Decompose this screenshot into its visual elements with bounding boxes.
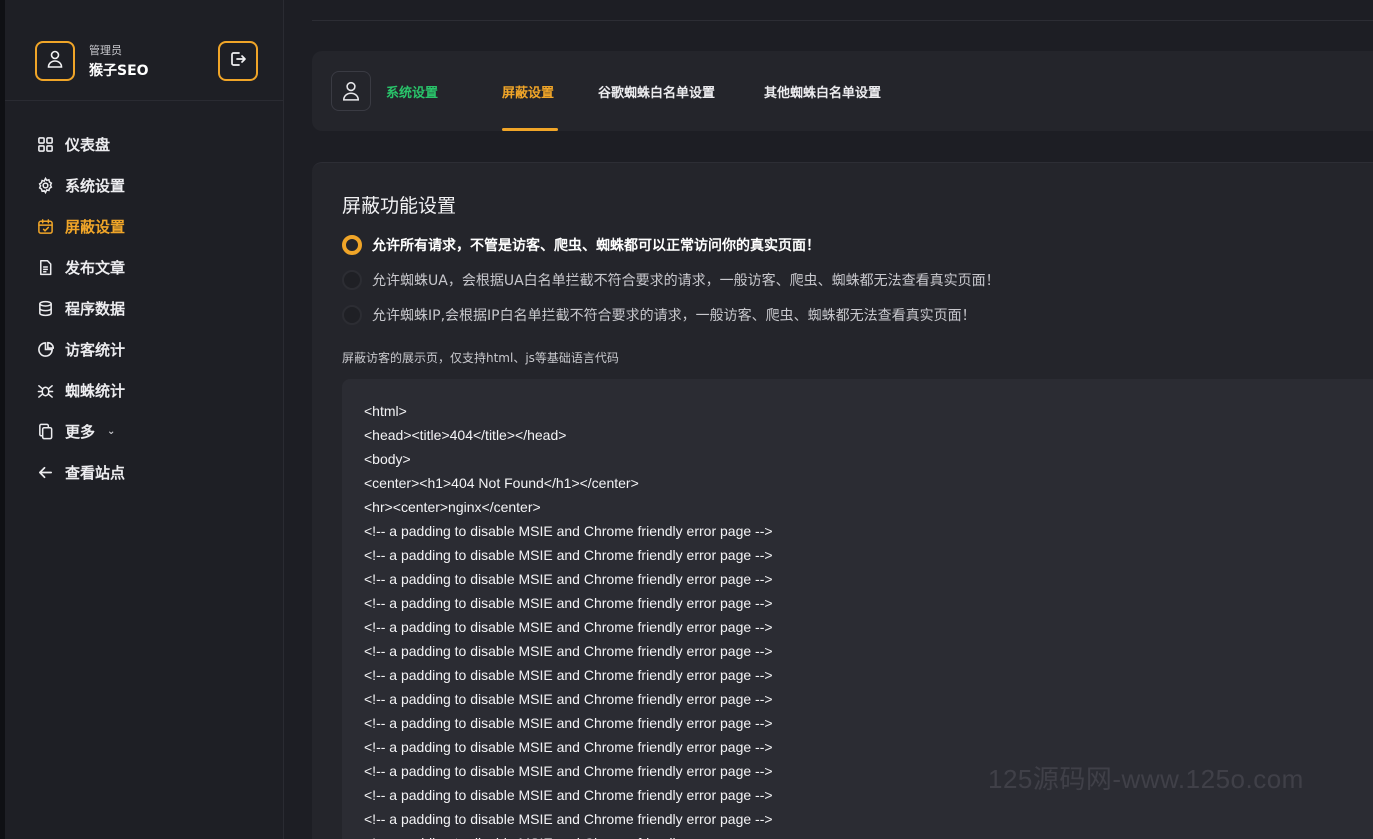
document-icon	[35, 258, 55, 278]
code-line: <!-- a padding to disable MSIE and Chrom…	[364, 571, 773, 587]
logout-button[interactable]	[218, 41, 258, 81]
tab-bar: 系统设置 屏蔽设置 谷歌蜘蛛白名单设置 其他蜘蛛白名单设置	[312, 51, 1373, 131]
profile: 管理员 猴子SEO	[35, 41, 258, 81]
avatar[interactable]	[35, 41, 75, 81]
sidebar-item-system-settings[interactable]: 系统设置	[35, 165, 265, 206]
sidebar-item-visitor-stats[interactable]: 访客统计	[35, 329, 265, 370]
gear-icon	[35, 176, 55, 196]
code-line: <!-- a padding to disable MSIE and Chrom…	[364, 643, 773, 659]
sidebar-item-label: 系统设置	[65, 177, 126, 195]
sidebar-item-label: 访客统计	[65, 341, 126, 359]
radio-button[interactable]	[342, 270, 362, 290]
sidebar-item-block-settings[interactable]: 屏蔽设置	[35, 206, 265, 247]
radio-label: 允许所有请求，不管是访客、爬虫、蜘蛛都可以正常访问你的真实页面！	[372, 238, 820, 254]
pie-chart-icon	[35, 340, 55, 360]
sidebar-item-label: 发布文章	[65, 259, 126, 277]
calendar-icon	[35, 217, 55, 237]
watermark: 125源码网-www.125o.com	[988, 764, 1304, 794]
code-line: <!-- a padding to disable MSIE and Chrom…	[364, 547, 773, 563]
radio-allow-spider-ip[interactable]: 允许蜘蛛IP,会根据IP白名单拦截不符合要求的请求，一般访客、爬虫、蜘蛛都无法查…	[342, 305, 976, 325]
code-line: <!-- a padding to disable MSIE and Chrom…	[364, 523, 773, 539]
code-line: <hr><center>nginx</center>	[364, 499, 541, 515]
radio-button[interactable]	[342, 235, 362, 255]
logout-icon	[229, 50, 247, 72]
sidebar: 管理员 猴子SEO 仪表盘 系统设置 屏蔽设置 发布文章 程序数据 访客统计 蜘…	[0, 0, 284, 839]
radio-button[interactable]	[342, 305, 362, 325]
code-field-label: 屏蔽访客的展示页，仅支持html、js等基础语言代码	[342, 351, 619, 365]
tab-system-settings[interactable]: 系统设置	[386, 82, 438, 101]
sidebar-item-label: 屏蔽设置	[65, 218, 126, 236]
profile-name: 猴子SEO	[89, 63, 149, 79]
profile-role: 管理员	[89, 44, 122, 57]
tab-block-settings[interactable]: 屏蔽设置	[502, 82, 554, 101]
active-tab-indicator	[502, 128, 558, 131]
code-line: <center><h1>404 Not Found</h1></center>	[364, 475, 639, 491]
tab-other-spider-whitelist[interactable]: 其他蜘蛛白名单设置	[764, 82, 881, 101]
chevron-down-icon: ⌄	[107, 426, 116, 437]
radio-label: 允许蜘蛛IP,会根据IP白名单拦截不符合要求的请求，一般访客、爬虫、蜘蛛都无法查…	[372, 308, 976, 324]
sidebar-item-spider-stats[interactable]: 蜘蛛统计	[35, 370, 265, 411]
code-line: <!-- a padding to disable MSIE and Chrom…	[364, 831, 1360, 839]
sidebar-item-label: 程序数据	[65, 300, 126, 318]
tab-google-spider-whitelist[interactable]: 谷歌蜘蛛白名单设置	[598, 82, 715, 101]
sidebar-item-label: 蜘蛛统计	[65, 382, 126, 400]
sidebar-nav: 仪表盘 系统设置 屏蔽设置 发布文章 程序数据 访客统计 蜘蛛统计 更多 ⌄ 查…	[35, 124, 265, 493]
sidebar-item-view-site[interactable]: 查看站点	[35, 452, 265, 493]
user-icon	[47, 50, 63, 72]
sidebar-item-more[interactable]: 更多 ⌄	[35, 411, 265, 452]
bug-icon	[35, 381, 55, 401]
sidebar-divider	[5, 100, 283, 101]
sidebar-item-dashboard[interactable]: 仪表盘	[35, 124, 265, 165]
code-line: <html>	[364, 403, 407, 419]
radio-label: 允许蜘蛛UA，会根据UA白名单拦截不符合要求的请求，一般访客、爬虫、蜘蛛都无法查…	[372, 273, 1000, 289]
sidebar-item-label: 查看站点	[65, 464, 126, 482]
user-icon	[331, 71, 371, 111]
dashboard-icon	[35, 135, 55, 155]
app: 管理员 猴子SEO 仪表盘 系统设置 屏蔽设置 发布文章 程序数据 访客统计 蜘…	[0, 0, 1373, 839]
copy-icon	[35, 422, 55, 442]
code-line: <!-- a padding to disable MSIE and Chrom…	[364, 811, 773, 827]
radio-allow-all[interactable]: 允许所有请求，不管是访客、爬虫、蜘蛛都可以正常访问你的真实页面！	[342, 235, 820, 255]
code-line: <!-- a padding to disable MSIE and Chrom…	[364, 739, 773, 755]
radio-allow-spider-ua[interactable]: 允许蜘蛛UA，会根据UA白名单拦截不符合要求的请求，一般访客、爬虫、蜘蛛都无法查…	[342, 270, 1000, 290]
code-line: <!-- a padding to disable MSIE and Chrom…	[364, 691, 773, 707]
block-settings-panel: 屏蔽功能设置 允许所有请求，不管是访客、爬虫、蜘蛛都可以正常访问你的真实页面！ …	[312, 162, 1373, 839]
sidebar-item-publish-article[interactable]: 发布文章	[35, 247, 265, 288]
sidebar-item-label: 仪表盘	[65, 136, 111, 154]
code-line: <body>	[364, 451, 411, 467]
code-line: <!-- a padding to disable MSIE and Chrom…	[364, 619, 773, 635]
database-icon	[35, 299, 55, 319]
header-divider	[312, 20, 1373, 21]
arrow-left-icon	[35, 463, 55, 483]
sidebar-item-label: 更多	[65, 423, 96, 441]
code-line: <!-- a padding to disable MSIE and Chrom…	[364, 595, 773, 611]
code-line: <head><title>404</title></head>	[364, 427, 567, 443]
code-line: <!-- a padding to disable MSIE and Chrom…	[364, 715, 773, 731]
sidebar-item-program-data[interactable]: 程序数据	[35, 288, 265, 329]
section-title: 屏蔽功能设置	[342, 195, 457, 217]
code-line: <!-- a padding to disable MSIE and Chrom…	[364, 667, 773, 683]
